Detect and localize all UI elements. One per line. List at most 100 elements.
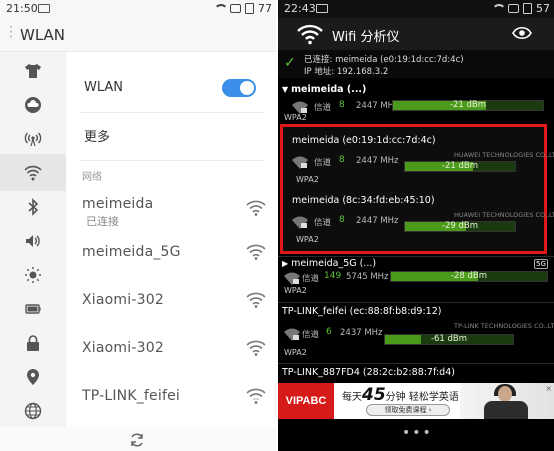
- location-icon: [27, 368, 39, 385]
- network-item-meimeida-5g[interactable]: meimeida_5G: [82, 242, 266, 282]
- ap-header: ▼ meimeida (...): [282, 84, 367, 95]
- nav-bar: •••: [278, 419, 554, 451]
- ap-meimeida-e0[interactable]: meimeida (e0:19:1d:cc:7d:4c) 信道 8 2447 M…: [278, 135, 554, 187]
- channel-label: 信道: [314, 158, 332, 168]
- sidebar-item-security[interactable]: [0, 324, 66, 361]
- networks-section-label: 网络: [82, 172, 102, 183]
- ad-close-icon[interactable]: ×: [545, 384, 552, 393]
- ad-banner[interactable]: VIPABC 每天45分钟 轻松学英语 领取免费课程 › ×: [278, 383, 554, 419]
- sidebar-item-battery[interactable]: [0, 290, 66, 327]
- sidebar-item-display[interactable]: [0, 256, 66, 293]
- status-time: 21:50: [6, 2, 38, 15]
- network-name: TP-LINK_feifei: [82, 388, 180, 404]
- ad-person-image: [460, 383, 554, 419]
- signal-bar: -21 dBm: [392, 100, 544, 111]
- signal-bar: -28 dBm: [390, 271, 548, 282]
- ap-header: TP-LINK_887FD4 (28:2c:b2:88:7f:d4): [282, 367, 455, 378]
- ap-header: meimeida (8c:34:fd:eb:45:10): [292, 195, 435, 206]
- sidebar-item-sound[interactable]: [0, 222, 66, 259]
- sidebar-item-cloud[interactable]: [0, 86, 66, 123]
- connected-ssid: 已连接: meimeida (e0:19:1d:cc:7d:4c): [304, 55, 464, 65]
- encryption: WPA2: [284, 348, 307, 357]
- network-item-xiaomi-302[interactable]: Xiaomi-302: [82, 290, 266, 330]
- wlan-toggle[interactable]: [222, 79, 256, 97]
- ad-headline: 每天45分钟 轻松学英语: [342, 385, 459, 405]
- encryption: WPA2: [296, 235, 319, 244]
- settings-sidebar: [0, 52, 66, 427]
- eye-icon[interactable]: [512, 26, 532, 40]
- signal-dbm: -61 dBm: [430, 334, 468, 344]
- wifi-lock-icon: [284, 328, 300, 341]
- ap-header: meimeida (e0:19:1d:cc:7d:4c): [292, 135, 436, 146]
- signal-bar: -61 dBm: [384, 334, 514, 345]
- signal-dbm: -21 dBm: [449, 100, 487, 110]
- vendor-name: HUAWEI TECHNOLOGIES CO.,LTD: [454, 211, 554, 219]
- expand-triangle-icon: ▼: [282, 85, 289, 94]
- sidebar-item-wlan[interactable]: [0, 154, 66, 191]
- app-bar: Wifi 分析仪: [278, 18, 554, 50]
- ad-brand: VIPABC: [278, 383, 334, 419]
- battery-icon: [523, 3, 532, 14]
- wlan-settings-screen: 21:50 77 ⋮ WLAN WLAN 更多 网络 meimeida 已连接 …: [0, 0, 276, 451]
- network-item-meimeida[interactable]: meimeida 已连接: [82, 194, 266, 234]
- sidebar-item-hotspot[interactable]: [0, 120, 66, 157]
- network-name: Xiaomi-302: [82, 292, 164, 308]
- network-name: meimeida: [82, 196, 154, 212]
- sidebar-item-bluetooth[interactable]: [0, 188, 66, 225]
- sidebar-item-language[interactable]: [0, 392, 66, 429]
- screen-icon: [508, 4, 519, 13]
- divider: [80, 160, 264, 161]
- shirt-icon: [25, 63, 41, 78]
- app-title: Wifi 分析仪: [332, 30, 400, 45]
- frequency: 2447 MHz: [356, 216, 399, 226]
- wifi-icon: [24, 165, 42, 180]
- expand-triangle-icon: ▶: [282, 259, 289, 268]
- channel-label: 信道: [314, 218, 332, 228]
- menu-icon[interactable]: ⋮: [4, 24, 18, 40]
- image-notification-icon: [316, 4, 328, 13]
- wifi-signal-icon: [246, 200, 266, 216]
- frequency: 2437 MHz: [340, 328, 383, 338]
- ap-tp-link-887fd4[interactable]: TP-LINK_887FD4 (28:2c:b2:88:7f:d4): [278, 367, 554, 383]
- sidebar-item-theme[interactable]: [0, 52, 66, 89]
- wifi-lock-icon: [292, 156, 308, 169]
- battery-icon: [245, 3, 254, 14]
- sidebar-item-location[interactable]: [0, 358, 66, 395]
- signal-bar: -21 dBm: [404, 161, 516, 172]
- brightness-icon: [25, 266, 41, 283]
- volume-icon: [26, 234, 40, 247]
- wifi-analyzer-screen: 22:43 57 Wifi 分析仪 ✓ 已连接: meimeida (e0:19…: [278, 0, 554, 451]
- ap-header: ▶ meimeida_5G (...): [282, 258, 377, 269]
- encryption: WPA2: [284, 286, 307, 295]
- wifi-lock-icon: [292, 216, 308, 229]
- wifi-signal-icon: [246, 388, 266, 404]
- connection-info: ✓ 已连接: meimeida (e0:19:1d:cc:7d:4c) IP 地…: [278, 50, 554, 78]
- divider: [278, 256, 554, 257]
- ad-cta-button[interactable]: 领取免费课程 ›: [366, 404, 450, 416]
- vendor-name: HUAWEI TECHNOLOGIES CO.,LTD: [454, 151, 554, 159]
- ap-meimeida-8c[interactable]: meimeida (8c:34:fd:eb:45:10) 信道 8 2447 M…: [278, 195, 554, 247]
- network-item-xiaomi-302[interactable]: Xiaomi-302: [82, 338, 266, 378]
- ap-group-meimeida-5g[interactable]: ▶ meimeida_5G (...) 5G 信道 149 5745 MHz -2…: [278, 258, 554, 302]
- ap-group-meimeida[interactable]: ▼ meimeida (...) 信道 8 2447 MHz -21 dBm WP…: [278, 84, 554, 124]
- wifi-signal-icon: [246, 292, 266, 308]
- wifi-lock-icon: [284, 272, 300, 285]
- encryption: WPA2: [284, 113, 307, 122]
- refresh-icon[interactable]: [129, 432, 145, 448]
- network-status: 已连接: [86, 215, 119, 228]
- battery-level: 77: [258, 2, 272, 15]
- band-badge: 5G: [534, 259, 548, 269]
- more-settings-item[interactable]: 更多: [84, 126, 110, 145]
- signal-dbm: -29 dBm: [441, 221, 479, 231]
- ap-tp-link-feifei[interactable]: TP-LINK_feifei (ec:88:8f:b8:d9:12) 信道 6 …: [278, 306, 554, 362]
- wlan-label: WLAN: [84, 80, 124, 95]
- network-item-tp-link-feifei[interactable]: TP-LINK_feifei: [82, 386, 266, 426]
- image-notification-icon: [38, 4, 50, 13]
- status-bar: 21:50 77: [0, 0, 276, 18]
- vendor-name: TP-LINK TECHNOLOGIES CO.,LTD: [454, 322, 554, 330]
- signal-dbm: -28 dBm: [450, 271, 488, 281]
- ap-header: TP-LINK_feifei (ec:88:8f:b8:d9:12): [282, 306, 442, 317]
- more-dots-icon[interactable]: •••: [402, 425, 433, 441]
- bluetooth-icon: [28, 197, 39, 216]
- wifi-signal-icon: [246, 340, 266, 356]
